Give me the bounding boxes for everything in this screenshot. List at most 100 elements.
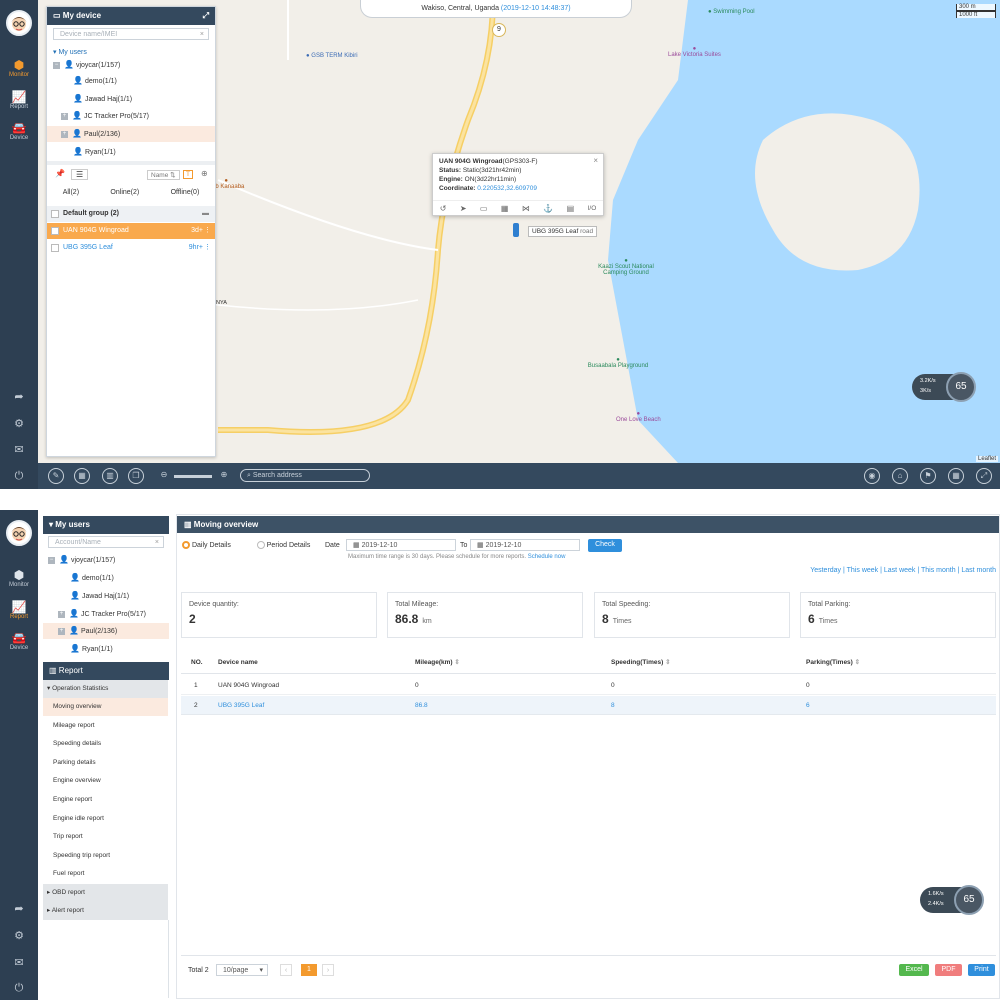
close-icon[interactable]: × <box>593 156 598 165</box>
poi-playground[interactable]: ● Busaabala Playground <box>583 357 653 369</box>
sort-name-button[interactable]: Name ⇅ <box>147 170 180 180</box>
share-icon[interactable]: ➦ <box>0 390 38 403</box>
share-icon[interactable]: ➦ <box>0 902 38 915</box>
gear-icon[interactable]: ⚙ <box>0 417 38 430</box>
fullscreen-icon[interactable]: ⤢ <box>976 468 992 484</box>
device-row[interactable]: UBG 395G Leaf 9hr+ ⋮ <box>47 240 215 256</box>
add-icon[interactable]: ⊕ <box>201 169 208 178</box>
group-checkbox[interactable] <box>51 210 59 218</box>
poi-pool[interactable]: ● Swimming Pool <box>708 9 755 15</box>
more-icon[interactable]: ⋮ <box>204 240 211 256</box>
quick-last-month[interactable]: Last month <box>961 567 996 574</box>
export-pdf-button[interactable]: PDF <box>935 964 962 976</box>
schedule-link[interactable]: Schedule now <box>528 554 566 560</box>
zoom-in-icon[interactable]: ⊕ <box>216 468 232 484</box>
report-item-engine-report[interactable]: Engine report <box>43 791 168 809</box>
report-item-fuel-report[interactable]: Fuel report <box>43 865 168 883</box>
quick-this-week[interactable]: This week <box>847 567 879 574</box>
poi-gsb[interactable]: ● GSB TERM Kibiri <box>306 53 358 59</box>
page-size-select[interactable]: 10/page ▾ <box>216 964 268 976</box>
history-icon[interactable]: ↺ <box>440 204 447 213</box>
quick-this-month[interactable]: This month <box>921 567 956 574</box>
navigate-icon[interactable]: ➤ <box>460 204 467 213</box>
splitter[interactable] <box>47 161 215 165</box>
tree-node-ryan[interactable]: 👤 Ryan(1/1) <box>70 641 113 657</box>
anchor-icon[interactable]: ⚓ <box>543 204 553 213</box>
prev-page-button[interactable]: ‹ <box>280 964 292 976</box>
power-icon[interactable]: ⏻ <box>0 982 38 995</box>
date-to-input[interactable]: ▦ 2019-12-10 <box>470 539 580 551</box>
tab-all[interactable]: All(2) <box>63 189 79 203</box>
io-button[interactable]: I/O <box>588 204 597 213</box>
marker-label[interactable]: UBG 395G Leaf road <box>528 226 598 237</box>
poi-beach[interactable]: ● One Love Beach <box>616 411 661 423</box>
report-item-trip-report[interactable]: Trip report <box>43 828 168 846</box>
sort-icon[interactable]: ⇕ <box>665 659 670 666</box>
report-item-speeding-details[interactable]: Speeding details <box>43 735 168 753</box>
account-search-input[interactable]: Account/Name × <box>48 536 164 548</box>
nav-report[interactable]: 📈 Report <box>0 90 38 110</box>
document-icon[interactable]: ▤ <box>567 204 575 213</box>
text-toggle-icon[interactable]: T <box>183 170 193 179</box>
area-icon[interactable]: ▦ <box>74 468 90 484</box>
home-icon[interactable]: ⌂ <box>892 468 908 484</box>
power-icon[interactable]: ⏻ <box>0 470 38 483</box>
date-from-input[interactable]: ▦ 2019-12-10 <box>346 539 456 551</box>
vehicle-marker[interactable] <box>513 223 519 237</box>
daily-radio[interactable] <box>182 541 190 550</box>
users-header[interactable]: ▾ My users <box>43 516 169 534</box>
poi-toggle-icon[interactable]: ◉ <box>864 468 880 484</box>
more-icon[interactable]: ⋮ <box>204 223 211 239</box>
gear-icon[interactable]: ⚙ <box>0 929 38 942</box>
device-search-input[interactable]: Device name/IMEI × <box>53 28 209 40</box>
zoom-out-icon[interactable]: ⊖ <box>156 468 172 484</box>
group-operation-statistics[interactable]: ▾ Operation Statistics <box>43 680 168 698</box>
speed-widget[interactable]: 3.2K/s 3K/s 65 <box>912 372 976 402</box>
tree-node-jctracker[interactable]: + 👤 JC Tracker Pro(5/17) <box>61 108 149 124</box>
page-1-button[interactable]: 1 <box>301 964 317 976</box>
nav-report[interactable]: 📈 Report <box>0 600 38 620</box>
poi-hotel[interactable]: ● Lake Victoria Suites <box>668 46 721 58</box>
report-item-moving-overview[interactable]: Moving overview <box>43 698 168 716</box>
sort-icon[interactable]: ⇕ <box>855 659 860 666</box>
zoom-slider[interactable] <box>174 475 212 478</box>
pin-icon[interactable]: 📌 <box>55 169 65 178</box>
tree-node-vjoycar[interactable]: − 👤 vjoycar(1/157) <box>48 552 115 568</box>
col-parking[interactable]: Parking(Times) ⇕ <box>806 656 860 670</box>
sort-icon[interactable]: ⇕ <box>454 659 459 666</box>
expand-plus-icon[interactable]: + <box>61 130 68 138</box>
check-button[interactable]: Check <box>588 539 622 552</box>
group-obd-report[interactable]: ▸ OBD report <box>43 884 168 902</box>
quick-yesterday[interactable]: Yesterday <box>810 567 841 574</box>
device-row-selected[interactable]: UAN 904G Wingroad 3d+ ⋮ <box>47 223 215 239</box>
tree-node-jawad[interactable]: 👤 Jawad Haj(1/1) <box>73 91 132 107</box>
nav-device[interactable]: 🚘 Device <box>0 631 38 651</box>
list-view-icon[interactable]: ☰ <box>71 169 89 180</box>
period-radio[interactable] <box>256 541 265 550</box>
tab-online[interactable]: Online(2) <box>110 189 139 203</box>
quick-last-week[interactable]: Last week <box>884 567 916 574</box>
report-item-engine-overview[interactable]: Engine overview <box>43 772 168 790</box>
attribution[interactable]: Leaflet <box>975 456 998 462</box>
next-page-button[interactable]: › <box>322 964 334 976</box>
clear-icon[interactable]: × <box>155 537 159 548</box>
avatar[interactable] <box>6 10 32 36</box>
group-alert-report[interactable]: ▸ Alert report <box>43 902 168 920</box>
device-checkbox[interactable] <box>51 227 59 235</box>
poi-camping[interactable]: ● Kaazi Scout National Camping Ground <box>586 258 666 276</box>
report-item-mileage-report[interactable]: Mileage report <box>43 717 168 735</box>
tree-node-paul[interactable]: + 👤 Paul(2/136) <box>58 623 117 639</box>
tree-node-jctracker[interactable]: + 👤 JC Tracker Pro(5/17) <box>58 606 146 622</box>
report-item-parking-details[interactable]: Parking details <box>43 754 168 772</box>
traffic-icon[interactable]: ⚑ <box>920 468 936 484</box>
mail-icon[interactable]: ✉ <box>0 956 38 969</box>
avatar[interactable] <box>6 520 32 546</box>
collapse-icon[interactable]: − <box>53 61 60 69</box>
expand-plus-icon[interactable]: + <box>58 610 65 618</box>
export-excel-button[interactable]: Excel <box>899 964 929 976</box>
table-row-selected[interactable] <box>181 696 996 715</box>
address-search-input[interactable]: ⌕ Search address <box>240 469 370 482</box>
tree-node-jawad[interactable]: 👤 Jawad Haj(1/1) <box>70 588 129 604</box>
print-button[interactable]: Print <box>968 964 995 976</box>
nav-monitor[interactable]: ⬢ Monitor <box>0 58 38 78</box>
